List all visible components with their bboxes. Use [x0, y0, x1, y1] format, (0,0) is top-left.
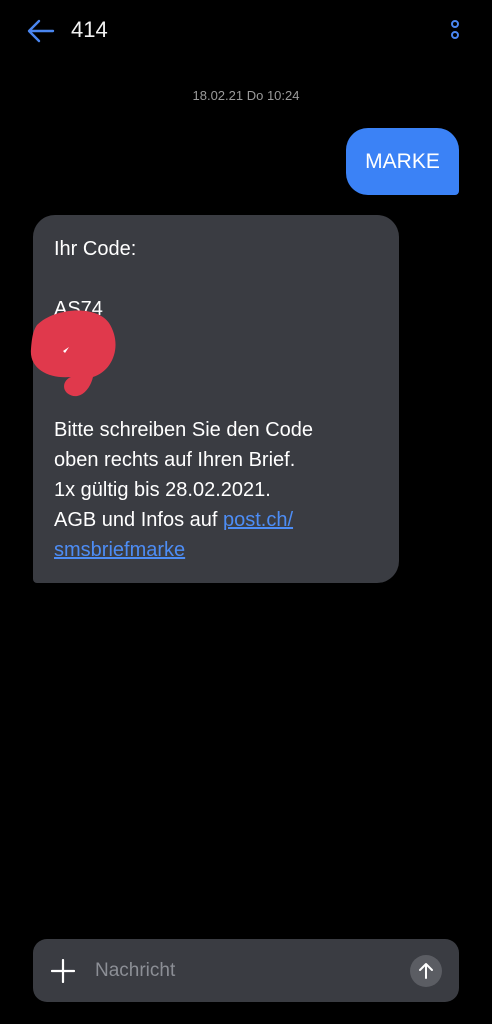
attach-button[interactable] — [50, 958, 76, 984]
back-button[interactable] — [26, 18, 56, 44]
plus-icon — [50, 958, 76, 984]
incoming-message-bubble[interactable]: Ihr Code: AS74 Bitte schreiben Sie den C… — [30, 215, 399, 583]
message-composer — [33, 939, 459, 1002]
more-vertical-icon — [451, 20, 459, 39]
message-line: Ihr Code: — [54, 238, 137, 260]
message-line: oben rechts auf Ihren Brief. — [54, 449, 296, 471]
message-line: Bitte schreiben Sie den Code — [54, 419, 314, 441]
outgoing-message-text: MARKE — [365, 149, 440, 173]
conversation-title: 414 — [71, 17, 108, 42]
send-button[interactable] — [410, 955, 442, 987]
arrow-left-icon — [27, 19, 55, 43]
message-input[interactable] — [95, 955, 395, 986]
more-options-button[interactable] — [444, 18, 466, 44]
post-link-continued[interactable]: smsbriefmarke — [54, 539, 185, 561]
message-text: AGB und Infos auf — [54, 509, 223, 531]
app-bar: 414 — [0, 0, 492, 62]
redaction-scribble — [30, 310, 116, 397]
arrow-up-icon — [419, 963, 433, 979]
message-timestamp: 18.02.21 Do 10:24 — [192, 88, 300, 103]
message-line: AGB und Infos auf post.ch/ — [54, 509, 293, 532]
post-link[interactable]: post.ch/ — [223, 509, 293, 531]
message-line: smsbriefmarke — [54, 539, 185, 562]
message-line: 1x gültig bis 28.02.2021. — [54, 479, 271, 501]
outgoing-message-bubble[interactable]: MARKE — [346, 128, 459, 195]
